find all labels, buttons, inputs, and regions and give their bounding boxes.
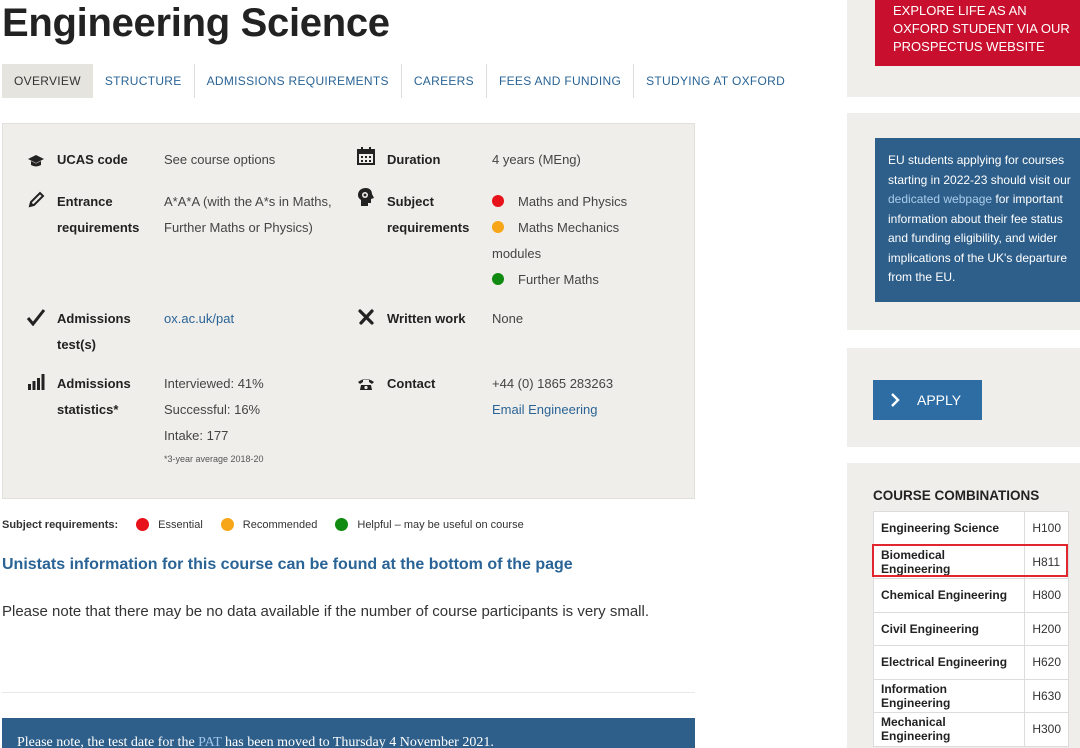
tab-structure[interactable]: STRUCTURE [93, 64, 195, 98]
table-row[interactable]: Engineering Science H100 [872, 511, 1069, 546]
subject-requirements-legend: Subject requirements: Essential Recommen… [2, 518, 542, 531]
admissions-statistics-value: Interviewed: 41% Successful: 16% Intake:… [164, 371, 264, 469]
course-tabs: OVERVIEW STRUCTURE ADMISSIONS REQUIREMEN… [2, 64, 797, 98]
pencil-icon [25, 190, 47, 210]
legend-label: Subject requirements: [2, 518, 119, 531]
apply-button[interactable]: APPLY [873, 380, 982, 420]
entrance-requirements-value: A*A*A (with the A*s in Maths, Further Ma… [164, 194, 332, 235]
legend-essential: Essential [136, 518, 203, 531]
apply-label: APPLY [917, 392, 962, 408]
subject-req-recommended: Maths Mechanics [492, 215, 682, 241]
pat-date-banner: Please note, the test date for the PAT h… [2, 718, 695, 748]
admissions-tests-label: Admissions test(s) [57, 311, 131, 352]
ucas-code-value: See course options [164, 152, 276, 167]
written-work-label: Written work [387, 311, 466, 326]
contact-phone: +44 (0) 1865 283263 [492, 376, 614, 391]
tab-fees-and-funding[interactable]: FEES AND FUNDING [487, 64, 635, 98]
email-engineering-link[interactable]: Email Engineering [492, 397, 613, 423]
admissions-statistics-label: Admissions statistics* [57, 376, 131, 417]
essential-dot [492, 195, 504, 207]
tab-admissions-requirements[interactable]: ADMISSIONS REQUIREMENTS [195, 64, 402, 98]
explore-prospectus-link[interactable]: EXPLORE LIFE AS AN OXFORD STUDENT VIA OU… [875, 0, 1080, 66]
pat-link[interactable]: ox.ac.uk/pat [164, 306, 234, 332]
duration-label: Duration [387, 152, 441, 167]
head-icon [355, 187, 377, 207]
telephone-icon [355, 374, 377, 394]
legend-recommended: Recommended [220, 518, 317, 531]
signal-bars-icon [25, 372, 47, 392]
subject-requirements-list: Maths and Physics Maths Mechanics module… [492, 189, 682, 293]
table-row[interactable]: Information Engineering H630 [872, 678, 1069, 713]
table-row[interactable]: Civil Engineering H200 [872, 611, 1069, 646]
course-info-panel: UCAS code See course options Duration 4 … [2, 123, 695, 499]
subject-req-helpful: Further Maths [492, 267, 682, 293]
helpful-dot [335, 518, 349, 531]
recommended-dot [220, 518, 234, 531]
pat-banner-link[interactable]: PAT [198, 735, 221, 748]
ucas-code-label: UCAS code [57, 152, 128, 167]
graduation-cap-icon [25, 151, 47, 171]
subject-req-essential: Maths and Physics [492, 189, 682, 215]
tab-careers[interactable]: CAREERS [402, 64, 487, 98]
data-availability-note: Please note that there may be no data av… [2, 603, 650, 620]
dedicated-webpage-link[interactable]: dedicated webpage [888, 192, 992, 206]
contact-value: +44 (0) 1865 283263 Email Engineering [492, 371, 613, 423]
calendar-icon [355, 146, 377, 166]
course-combinations-title: COURSE COMBINATIONS [873, 488, 1040, 503]
helpful-dot [492, 273, 504, 285]
duration-value: 4 years (MEng) [492, 152, 581, 167]
tab-overview[interactable]: OVERVIEW [2, 64, 93, 98]
recommended-dot [492, 221, 504, 233]
eu-students-notice: EU students applying for courses startin… [875, 138, 1080, 302]
legend-helpful: Helpful – may be useful on course [335, 518, 524, 531]
table-row[interactable]: Biomedical Engineering H811 [872, 544, 1069, 579]
contact-label: Contact [387, 376, 436, 391]
subject-requirements-label: Subject requirements [387, 194, 470, 235]
table-row[interactable]: Chemical Engineering H800 [872, 578, 1069, 613]
cross-icon [355, 307, 377, 327]
table-row[interactable]: Mechanical Engineering H300 [872, 712, 1069, 747]
essential-dot [136, 518, 150, 531]
table-row[interactable]: Electrical Engineering H620 [872, 645, 1069, 680]
statistics-footnote: *3-year average 2018-20 [164, 454, 264, 464]
written-work-value: None [492, 311, 524, 326]
page-title: Engineering Science [2, 1, 390, 45]
divider [2, 692, 695, 693]
chevron-right-icon [873, 393, 917, 407]
entrance-requirements-label: Entrance requirements [57, 194, 140, 235]
checkmark-icon [25, 307, 47, 327]
tab-studying-at-oxford[interactable]: STUDYING AT OXFORD [634, 64, 797, 98]
course-combinations-table: Engineering Science H100 Biomedical Engin… [872, 511, 1069, 747]
unistats-link[interactable]: Unistats information for this course can… [2, 556, 573, 574]
